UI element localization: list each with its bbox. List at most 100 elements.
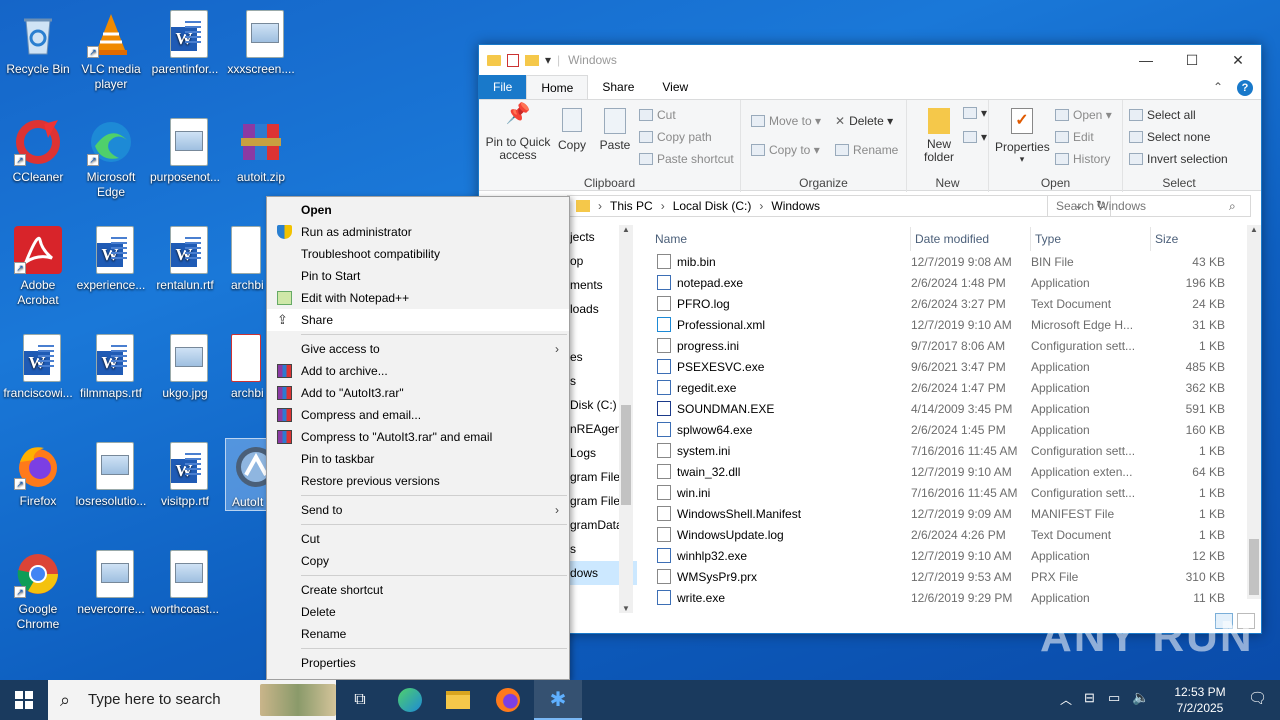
table-row[interactable]: write.exe 12/6/2019 9:29 PM Application 11 …	[651, 587, 1241, 608]
desktop-icon-visitpp[interactable]: W visitpp.rtf	[147, 438, 223, 509]
desktop-icon-firefox[interactable]: ↗ Firefox	[0, 438, 76, 509]
cut-button[interactable]: Cut	[639, 108, 676, 122]
breadcrumb-this-pc[interactable]: This PC	[610, 199, 653, 213]
desktop-icon-ukgo[interactable]: ukgo.jpg	[147, 330, 223, 401]
tab-share[interactable]: Share	[588, 75, 648, 99]
address-bar[interactable]: › This PC › Local Disk (C:) › Windows ⌄ …	[567, 195, 1111, 217]
table-row[interactable]: WMSysPr9.prx 12/7/2019 9:53 AM PRX File 310…	[651, 566, 1241, 587]
column-name[interactable]: Name	[651, 227, 911, 251]
table-row[interactable]: splwow64.exe 2/6/2024 1:45 PM Application 1…	[651, 419, 1241, 440]
menu-rename[interactable]: Rename	[267, 623, 569, 645]
desktop-icon-archbi-1[interactable]: archbi	[223, 222, 267, 293]
help-icon[interactable]: ?	[1229, 75, 1261, 99]
properties-quick-icon[interactable]	[507, 53, 519, 67]
nav-scrollbar[interactable]: ▲ ▼	[619, 225, 633, 613]
desktop-icon-archbi-2[interactable]: archbi	[223, 330, 267, 401]
desktop-icon-parentinfor[interactable]: W parentinfor...	[147, 6, 223, 77]
menu-share[interactable]: ⇪ Share	[267, 309, 569, 331]
tab-file[interactable]: File	[479, 75, 527, 99]
desktop-icon-acrobat[interactable]: ↗ Adobe Acrobat	[0, 222, 76, 308]
menu-cut[interactable]: Cut	[267, 528, 569, 550]
properties-button[interactable]: ✓ Properties ▾	[995, 108, 1050, 165]
desktop-icon-vlc[interactable]: ↗ VLC media player	[73, 6, 149, 92]
menu-delete[interactable]: Delete	[267, 601, 569, 623]
menu-open[interactable]: Open	[267, 199, 569, 221]
table-row[interactable]: win.ini 7/16/2016 11:45 AM Configuration s…	[651, 482, 1241, 503]
desktop-icon-rentalun[interactable]: W rentalun.rtf	[147, 222, 223, 293]
new-folder-quick-icon[interactable]	[525, 54, 539, 66]
desktop-icon-purposenot[interactable]: purposenot...	[147, 114, 223, 185]
paste-shortcut-button[interactable]: Paste shortcut	[639, 152, 734, 166]
notifications-icon[interactable]: 🗨	[1248, 689, 1267, 707]
select-none-button[interactable]: Select none	[1129, 130, 1210, 144]
open-button[interactable]: Open ▾	[1055, 108, 1112, 122]
table-row[interactable]: WindowsUpdate.log 2/6/2024 4:26 PM Text Do…	[651, 524, 1241, 545]
clock[interactable]: 12:53 PM 7/2/2025	[1160, 684, 1240, 716]
desktop-icon-nevercorre[interactable]: nevercorre...	[73, 546, 149, 617]
taskbar-search-box[interactable]: ⌕ Type here to search	[48, 680, 336, 720]
desktop-icon-losresolutio[interactable]: losresolutio...	[73, 438, 149, 509]
desktop-icon-experience[interactable]: W experience...	[73, 222, 149, 293]
menu-compress-and-email[interactable]: Compress and email...	[267, 404, 569, 426]
table-row[interactable]: WindowsShell.Manifest 12/7/2019 9:09 AM MA…	[651, 503, 1241, 524]
desktop-icon-worthcoast[interactable]: worthcoast...	[147, 546, 223, 617]
new-folder-button[interactable]: New folder	[915, 108, 963, 164]
desktop-icon-autoit-zip[interactable]: autoit.zip	[223, 114, 299, 185]
history-button[interactable]: History	[1055, 152, 1110, 166]
maximize-button[interactable]: ☐	[1169, 45, 1215, 75]
tab-view[interactable]: View	[648, 75, 702, 99]
desktop-icon-recycle-bin[interactable]: Recycle Bin	[0, 6, 76, 77]
edit-button[interactable]: Edit	[1055, 130, 1094, 144]
desktop-icon-filmmaps[interactable]: W filmmaps.rtf	[73, 330, 149, 401]
start-button[interactable]	[0, 680, 48, 720]
table-row[interactable]: Professional.xml 12/7/2019 9:10 AM Microso…	[651, 314, 1241, 335]
search-input[interactable]: Search Windows	[1047, 195, 1251, 217]
easy-access-button[interactable]: ▾	[963, 130, 987, 144]
menu-send-to[interactable]: Send to ›	[267, 499, 569, 521]
close-button[interactable]: ✕	[1215, 45, 1261, 75]
minimize-button[interactable]: —	[1123, 45, 1169, 75]
menu-restore-previous-versions[interactable]: Restore previous versions	[267, 470, 569, 492]
new-item-button[interactable]: ▾	[963, 106, 987, 120]
taskbar-active-app[interactable]: ✱	[534, 680, 582, 720]
column-type[interactable]: Type	[1031, 227, 1151, 251]
menu-run-as-administrator[interactable]: Run as administrator	[267, 221, 569, 243]
desktop-icon-ccleaner[interactable]: ↗ CCleaner	[0, 114, 76, 185]
table-row[interactable]: twain_32.dll 12/7/2019 9:10 AM Application…	[651, 461, 1241, 482]
select-all-button[interactable]: Select all	[1129, 108, 1196, 122]
table-row[interactable]: regedit.exe 2/6/2024 1:47 PM Application 36…	[651, 377, 1241, 398]
table-row[interactable]: progress.ini 9/7/2017 8:06 AM Configuratio…	[651, 335, 1241, 356]
menu-create-shortcut[interactable]: Create shortcut	[267, 579, 569, 601]
table-row[interactable]: notepad.exe 2/6/2024 1:48 PM Application 19…	[651, 272, 1241, 293]
network-icon[interactable]: ⊟	[1084, 690, 1095, 706]
table-row[interactable]: mib.bin 12/7/2019 9:08 AM BIN File 43 KB	[651, 251, 1241, 272]
column-size[interactable]: Size	[1151, 227, 1227, 251]
menu-pin-to-start[interactable]: Pin to Start	[267, 265, 569, 287]
menu-give-access-to[interactable]: Give access to ›	[267, 338, 569, 360]
table-row[interactable]: system.ini 7/16/2016 11:45 AM Configuratio…	[651, 440, 1241, 461]
task-view-button[interactable]: ⧉	[336, 680, 384, 720]
taskbar-file-explorer[interactable]	[434, 680, 482, 720]
breadcrumb-local-disk[interactable]: Local Disk (C:)	[673, 199, 752, 213]
desktop-icon-chrome[interactable]: ↗ Google Chrome	[0, 546, 76, 632]
menu-compress-to-autoit3-rar-and-email[interactable]: Compress to "AutoIt3.rar" and email	[267, 426, 569, 448]
column-date-modified[interactable]: Date modified	[911, 227, 1031, 251]
volume-icon[interactable]: 🔈	[1132, 689, 1149, 706]
table-row[interactable]: PSEXESVC.exe 9/6/2021 3:47 PM Application 4…	[651, 356, 1241, 377]
invert-selection-button[interactable]: Invert selection	[1129, 152, 1228, 166]
menu-properties[interactable]: Properties	[267, 652, 569, 674]
paste-button[interactable]: Paste	[599, 108, 631, 152]
customize-quick-access-chevron-icon[interactable]: ▾	[545, 53, 551, 67]
file-list-scrollbar[interactable]: ▲	[1247, 225, 1261, 599]
menu-edit-with-notepad-plus-plus[interactable]: Edit with Notepad++	[267, 287, 569, 309]
desktop-icon-xxxscreen[interactable]: xxxscreen....	[223, 6, 299, 77]
menu-pin-to-taskbar[interactable]: Pin to taskbar	[267, 448, 569, 470]
collapse-ribbon-chevron-icon[interactable]: ⌃	[1207, 75, 1229, 99]
nav-scrollbar-thumb[interactable]	[621, 405, 631, 505]
move-to-button[interactable]: Move to ▾	[751, 114, 821, 128]
ethernet-icon[interactable]: ▭	[1108, 690, 1120, 706]
taskbar-firefox[interactable]	[484, 680, 532, 720]
desktop-icon-edge[interactable]: ↗ Microsoft Edge	[73, 114, 149, 200]
menu-copy[interactable]: Copy	[267, 550, 569, 572]
table-row[interactable]: SOUNDMAN.EXE 4/14/2009 3:45 PM Application…	[651, 398, 1241, 419]
